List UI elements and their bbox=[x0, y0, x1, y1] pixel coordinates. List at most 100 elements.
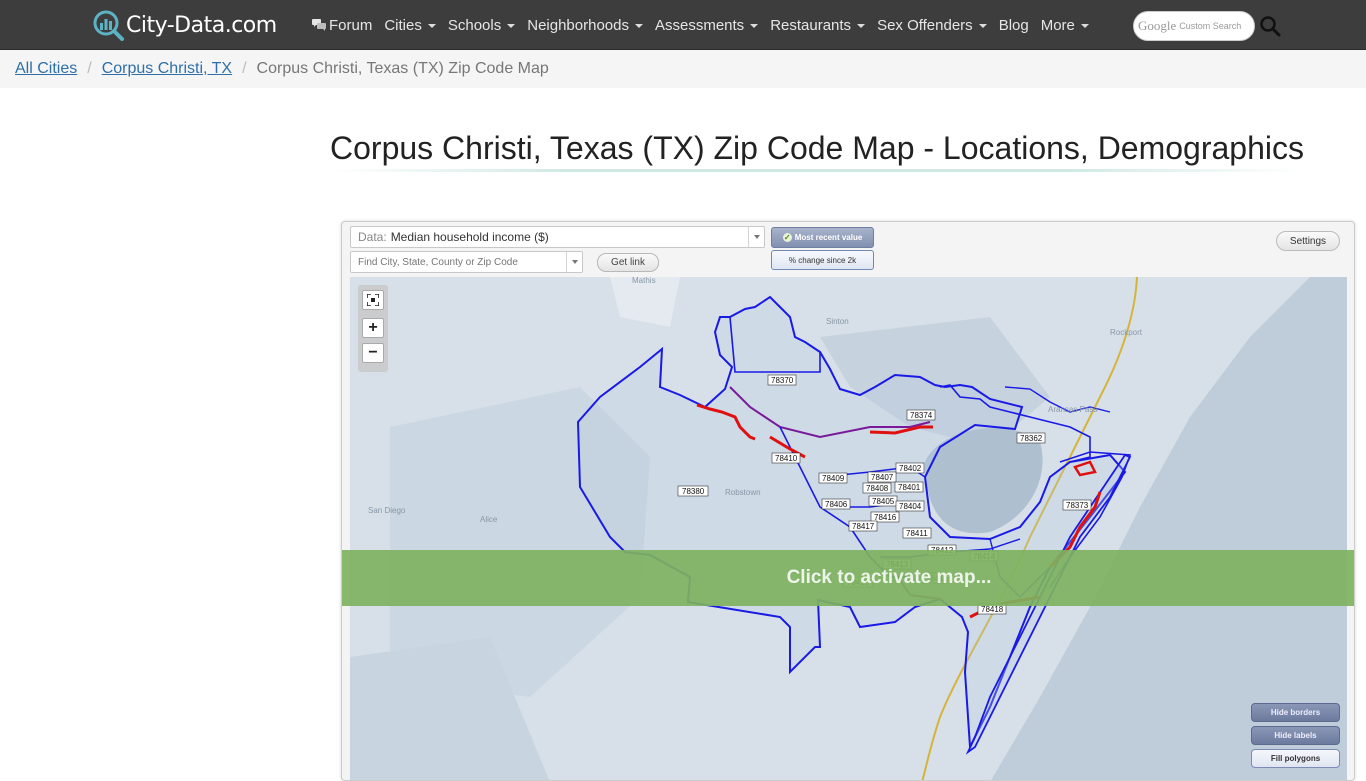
nav-cities-label: Cities bbox=[384, 16, 422, 34]
nav-cities[interactable]: Cities bbox=[378, 0, 442, 50]
svg-text:78401: 78401 bbox=[898, 483, 921, 492]
breadcrumb-city[interactable]: Corpus Christi, TX bbox=[102, 60, 232, 78]
nav-assessments-label: Assessments bbox=[654, 16, 745, 34]
map-canvas[interactable]: Mathis Sinton Aransas Pass Rockport Robs… bbox=[350, 277, 1347, 780]
place-label-rockport: Rockport bbox=[1110, 328, 1143, 337]
data-select-value: Median household income ($) bbox=[390, 230, 549, 244]
forum-icon bbox=[312, 19, 326, 31]
zip-label[interactable]: 78411 bbox=[902, 527, 932, 539]
breadcrumb: All Cities / Corpus Christi, TX / Corpus… bbox=[0, 50, 1366, 88]
svg-text:78402: 78402 bbox=[899, 464, 922, 473]
google-search-input[interactable]: Google Custom Search bbox=[1133, 11, 1255, 41]
fullscreen-button[interactable] bbox=[362, 290, 384, 310]
breadcrumb-separator: / bbox=[242, 60, 247, 77]
place-label-sinton: Sinton bbox=[826, 317, 849, 326]
zip-label[interactable]: 78406 bbox=[821, 498, 851, 510]
zip-label[interactable]: 78416 bbox=[870, 511, 900, 523]
percent-change-button[interactable]: % change since 2k bbox=[771, 250, 874, 270]
nav-sex-offenders-label: Sex Offenders bbox=[877, 16, 973, 34]
svg-text:78407: 78407 bbox=[871, 473, 894, 482]
zip-label[interactable]: 78410 bbox=[771, 452, 801, 464]
zip-label[interactable]: 78409 bbox=[818, 472, 848, 484]
nav-blog-label: Blog bbox=[998, 16, 1029, 34]
chevron-down-icon bbox=[427, 24, 436, 28]
brand-name: City-Data.com bbox=[126, 12, 277, 38]
checkmark-icon: ✓ bbox=[782, 233, 792, 242]
chevron-down-icon[interactable] bbox=[566, 252, 582, 272]
settings-button[interactable]: Settings bbox=[1276, 231, 1340, 251]
zoom-out-button[interactable]: − bbox=[362, 343, 384, 363]
svg-text:78374: 78374 bbox=[910, 411, 933, 420]
fullscreen-icon bbox=[367, 294, 379, 306]
most-recent-value-label: Most recent value bbox=[794, 233, 863, 242]
zip-label[interactable]: 78408 bbox=[862, 482, 892, 494]
nav-more[interactable]: More bbox=[1035, 0, 1095, 50]
breadcrumb-current: Corpus Christi, Texas (TX) Zip Code Map bbox=[256, 60, 549, 77]
zip-label[interactable]: 78407 bbox=[867, 471, 897, 483]
chevron-down-icon bbox=[634, 24, 643, 28]
magnifier-chart-logo-icon bbox=[93, 10, 124, 41]
svg-text:78362: 78362 bbox=[1020, 434, 1043, 443]
zip-label[interactable]: 78370 bbox=[767, 374, 797, 386]
most-recent-value-button[interactable]: ✓ Most recent value bbox=[771, 227, 874, 248]
svg-text:78406: 78406 bbox=[825, 500, 848, 509]
zoom-in-button[interactable]: + bbox=[362, 318, 384, 338]
chevron-down-icon bbox=[748, 227, 764, 247]
custom-search-label: Custom Search bbox=[1179, 21, 1242, 31]
nav-neighborhoods-label: Neighborhoods bbox=[527, 16, 629, 34]
hide-labels-button[interactable]: Hide labels bbox=[1251, 726, 1340, 745]
activate-map-overlay[interactable]: Click to activate map... bbox=[342, 550, 1354, 606]
breadcrumb-all-cities[interactable]: All Cities bbox=[15, 60, 77, 78]
chevron-down-icon bbox=[507, 24, 516, 28]
chevron-down-icon bbox=[857, 24, 866, 28]
hide-borders-button[interactable]: Hide borders bbox=[1251, 703, 1340, 722]
zip-label[interactable]: 78374 bbox=[906, 409, 936, 421]
page-title: Corpus Christi, Texas (TX) Zip Code Map … bbox=[330, 130, 1304, 166]
place-label-alice: Alice bbox=[480, 515, 498, 524]
zip-label[interactable]: 78417 bbox=[848, 520, 878, 532]
nav-blog[interactable]: Blog bbox=[993, 0, 1035, 50]
nav-sex-offenders[interactable]: Sex Offenders bbox=[871, 0, 993, 50]
site-logo[interactable]: City-Data.com bbox=[92, 9, 277, 41]
svg-text:78405: 78405 bbox=[872, 497, 895, 506]
nav-forum-label: Forum bbox=[329, 16, 373, 34]
svg-text:78418: 78418 bbox=[981, 605, 1004, 614]
nav-restaurants-label: Restaurants bbox=[770, 16, 852, 34]
place-label-robstown: Robstown bbox=[725, 488, 761, 497]
chevron-down-icon bbox=[750, 24, 759, 28]
zip-label[interactable]: 78405 bbox=[868, 495, 898, 507]
nav-schools-label: Schools bbox=[447, 16, 502, 34]
fill-polygons-button[interactable]: Fill polygons bbox=[1251, 749, 1340, 768]
place-label-mathis: Mathis bbox=[632, 277, 656, 285]
svg-text:78409: 78409 bbox=[822, 474, 845, 483]
nav-assessments[interactable]: Assessments bbox=[649, 0, 764, 50]
svg-text:78416: 78416 bbox=[874, 513, 897, 522]
nav-schools[interactable]: Schools bbox=[442, 0, 521, 50]
svg-text:78380: 78380 bbox=[682, 487, 705, 496]
zip-label[interactable]: 78373 bbox=[1062, 499, 1092, 511]
search-icon[interactable] bbox=[1259, 15, 1281, 37]
zip-label[interactable]: 78404 bbox=[895, 500, 925, 512]
svg-text:78370: 78370 bbox=[771, 376, 794, 385]
nav-forum[interactable]: Forum bbox=[306, 0, 378, 50]
data-select[interactable]: Data: Median household income ($) bbox=[350, 226, 765, 248]
title-underline bbox=[330, 169, 1304, 172]
place-label-aransas-pass: Aransas Pass bbox=[1048, 405, 1097, 414]
chevron-down-icon bbox=[1080, 24, 1089, 28]
zip-label[interactable]: 78402 bbox=[895, 462, 925, 474]
breadcrumb-separator: / bbox=[87, 60, 92, 77]
get-link-button[interactable]: Get link bbox=[597, 253, 659, 272]
svg-text:78408: 78408 bbox=[866, 484, 889, 493]
zip-code-map-widget: Data: Median household income ($) Get li… bbox=[341, 221, 1355, 781]
svg-text:78373: 78373 bbox=[1066, 501, 1089, 510]
zip-label[interactable]: 78401 bbox=[894, 481, 924, 493]
svg-text:78411: 78411 bbox=[906, 529, 928, 538]
place-label-san-diego: San Diego bbox=[368, 506, 406, 515]
zip-label[interactable]: 78380 bbox=[677, 485, 709, 497]
main-nav: Forum Cities Schools Neighborhoods Asses… bbox=[306, 0, 1095, 50]
find-location-input[interactable] bbox=[350, 251, 583, 273]
nav-restaurants[interactable]: Restaurants bbox=[764, 0, 871, 50]
zip-label[interactable]: 78362 bbox=[1016, 432, 1046, 444]
nav-neighborhoods[interactable]: Neighborhoods bbox=[521, 0, 649, 50]
chevron-down-icon bbox=[978, 24, 987, 28]
